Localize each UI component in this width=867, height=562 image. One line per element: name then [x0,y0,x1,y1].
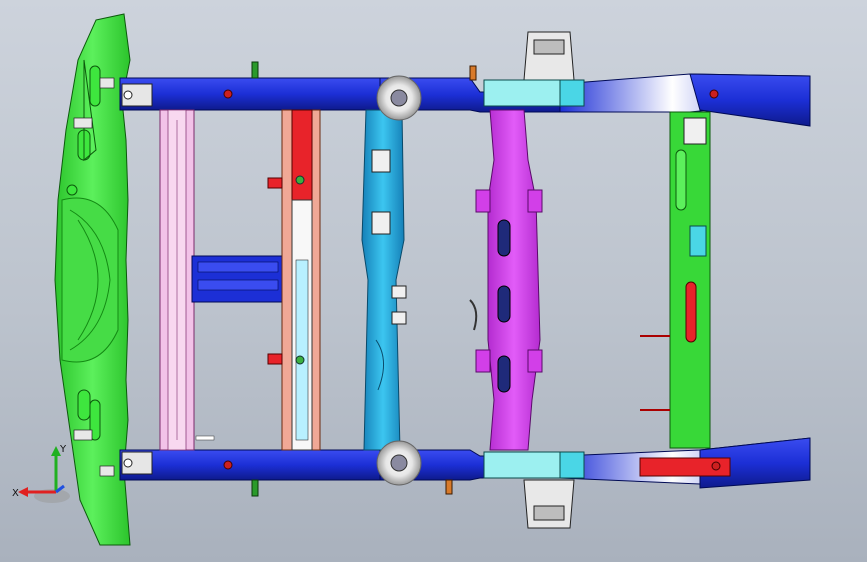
body-mount-top [376,75,422,121]
x-axis-label: X [12,488,19,499]
y-axis-label: Y [59,444,67,455]
rear-bracket-top [483,31,585,107]
pink-crossmember[interactable] [159,109,195,451]
rear-green-crossmember[interactable] [640,111,711,449]
rear-crossmember[interactable] [469,109,543,451]
body-mount-bottom [376,440,422,486]
rear-bracket-bottom [483,451,585,529]
orientation-triad: X Y [12,444,70,503]
battery-bracket[interactable] [191,255,285,303]
chassis-frame-model[interactable] [0,0,867,562]
center-crossmember[interactable] [361,109,407,451]
cad-viewport[interactable]: X Y [0,0,867,562]
